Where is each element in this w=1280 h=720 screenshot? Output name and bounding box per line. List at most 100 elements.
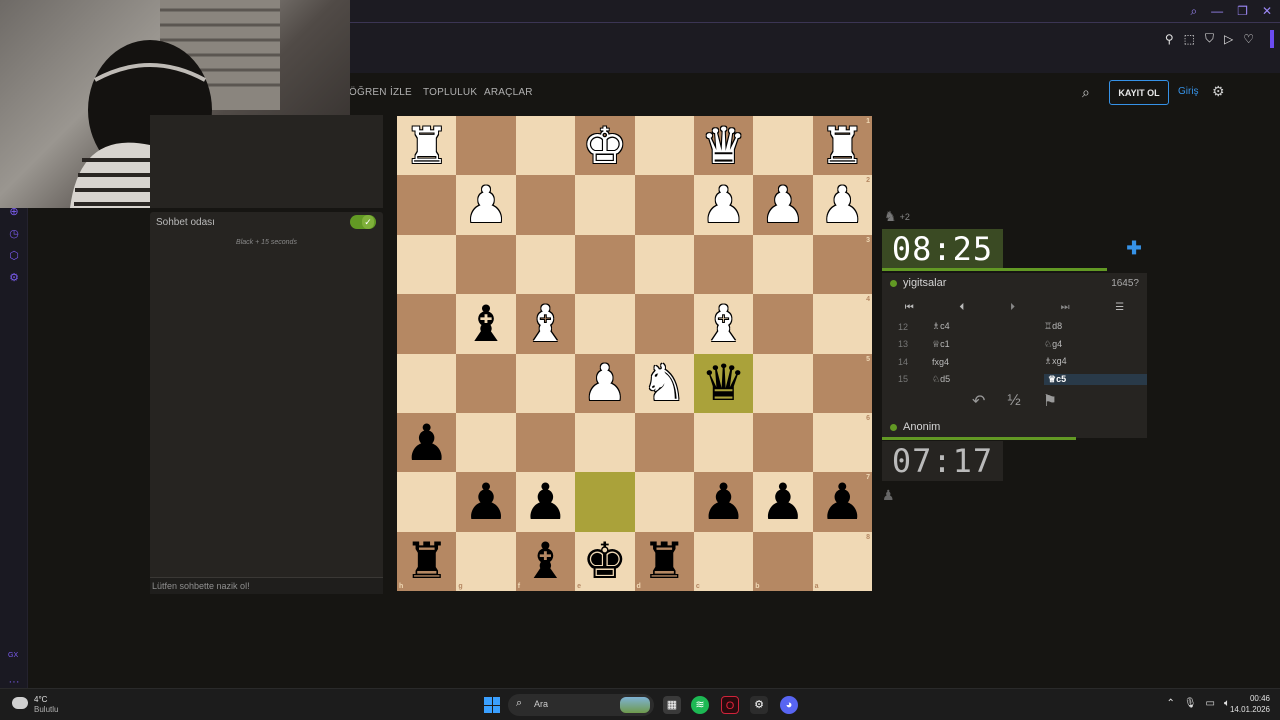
- signup-button[interactable]: KAYIT OL: [1109, 80, 1169, 105]
- spotify-icon[interactable]: ≋: [691, 696, 709, 714]
- square-a2[interactable]: 2 ♟: [812, 175, 872, 235]
- task-view-icon[interactable]: ▦: [663, 696, 681, 714]
- shield-icon[interactable]: ⛉: [1205, 31, 1214, 46]
- square-e2[interactable]: [575, 175, 635, 235]
- chevron-up-icon[interactable]: ⌃: [1166, 698, 1174, 709]
- nav-community[interactable]: TOPLULUK: [423, 87, 477, 98]
- search-icon[interactable]: ⌕: [1082, 84, 1090, 101]
- square-b6[interactable]: [753, 412, 813, 473]
- square-e3[interactable]: [575, 234, 635, 295]
- last-move-icon[interactable]: ⏭: [1061, 302, 1070, 313]
- square-h7[interactable]: [397, 472, 457, 532]
- square-d5[interactable]: ♞: [634, 353, 694, 413]
- square-c2[interactable]: ♟: [693, 175, 754, 235]
- chat-toggle[interactable]: [350, 215, 376, 229]
- square-g4[interactable]: ♝: [456, 294, 516, 354]
- player-top-name[interactable]: yigitsalar: [903, 277, 946, 289]
- square-e7[interactable]: [575, 472, 635, 532]
- square-h8[interactable]: h ♜: [397, 531, 457, 591]
- square-e8[interactable]: e ♚: [575, 531, 635, 591]
- square-d7[interactable]: [634, 472, 694, 532]
- square-g1[interactable]: [456, 116, 516, 176]
- square-a6[interactable]: 6: [812, 412, 872, 473]
- microphone-icon[interactable]: 🎙︎: [1184, 698, 1197, 709]
- square-a4[interactable]: 4: [812, 294, 872, 354]
- square-f8[interactable]: f ♝: [515, 531, 576, 591]
- square-f2[interactable]: [515, 175, 576, 235]
- square-h5[interactable]: [397, 353, 457, 413]
- black-move[interactable]: ♗xg4: [1044, 356, 1147, 367]
- first-move-icon[interactable]: ⏮: [905, 302, 914, 313]
- screenshot-icon[interactable]: ⬚: [1184, 32, 1195, 46]
- white-pawn-icon[interactable]: ♟: [701, 180, 746, 230]
- taskbar-date[interactable]: 14.01.2026: [1230, 705, 1270, 714]
- gear-icon[interactable]: ⚙: [1212, 83, 1225, 100]
- square-a8[interactable]: 8a: [812, 531, 872, 591]
- black-pawn-icon[interactable]: ♟: [404, 418, 449, 468]
- cube-icon[interactable]: ⬡: [8, 250, 20, 262]
- black-king-icon[interactable]: ♚: [582, 536, 627, 586]
- player-top[interactable]: yigitsalar: [890, 277, 946, 289]
- settings-icon[interactable]: ⚙: [8, 272, 20, 284]
- square-c7[interactable]: ♟: [693, 472, 754, 532]
- square-f6[interactable]: [515, 412, 576, 473]
- takeback-button[interactable]: ↶: [972, 391, 985, 411]
- square-f1[interactable]: [515, 116, 576, 176]
- square-e5[interactable]: ♟: [575, 353, 635, 413]
- square-c1[interactable]: ♛: [693, 116, 754, 176]
- square-c8[interactable]: c: [693, 531, 754, 591]
- weather-temperature[interactable]: 4°C: [34, 695, 47, 704]
- square-a3[interactable]: 3: [812, 234, 872, 295]
- player-bottom-name[interactable]: Anonim: [903, 421, 940, 433]
- black-pawn-icon[interactable]: ♟: [761, 477, 806, 527]
- restore-icon[interactable]: ❐: [1237, 4, 1248, 19]
- square-g7[interactable]: ♟: [456, 472, 516, 532]
- square-f7[interactable]: ♟: [515, 472, 576, 532]
- square-b1[interactable]: [753, 116, 813, 176]
- heart-icon[interactable]: ♡: [1243, 32, 1254, 46]
- square-d6[interactable]: [634, 412, 694, 473]
- add-time-button[interactable]: ✚: [1126, 239, 1142, 257]
- black-move[interactable]: ♘g4: [1044, 339, 1147, 350]
- taskbar-time[interactable]: 00:46: [1250, 694, 1270, 703]
- black-queen-icon[interactable]: ♛: [701, 358, 746, 408]
- white-bishop-icon[interactable]: ♝: [523, 299, 568, 349]
- weather-condition[interactable]: Bulutlu: [34, 705, 58, 714]
- nav-tools[interactable]: ARAÇLAR: [484, 87, 533, 98]
- square-e1[interactable]: ♚: [575, 116, 635, 176]
- square-c3[interactable]: [693, 234, 754, 295]
- next-move-icon[interactable]: ⏵: [1010, 302, 1015, 313]
- square-g2[interactable]: ♟: [456, 175, 516, 235]
- prev-move-icon[interactable]: ⏴: [959, 302, 964, 313]
- cloud-icon[interactable]: [12, 697, 28, 709]
- chat-input[interactable]: Lütfen sohbette nazik ol!: [150, 577, 383, 594]
- start-button[interactable]: [484, 697, 500, 713]
- square-d2[interactable]: [634, 175, 694, 235]
- square-g6[interactable]: [456, 412, 516, 473]
- square-e4[interactable]: [575, 294, 635, 354]
- square-b5[interactable]: [753, 353, 813, 413]
- square-h6[interactable]: ♟: [397, 412, 457, 473]
- square-f4[interactable]: ♝: [515, 294, 576, 354]
- pin-icon[interactable]: ⚲: [1165, 32, 1174, 46]
- white-move[interactable]: ♘d5: [932, 374, 1044, 385]
- black-bishop-icon[interactable]: ♝: [523, 536, 568, 586]
- black-move[interactable]: ♖d8: [1044, 321, 1147, 332]
- white-rook-icon[interactable]: ♜: [820, 121, 865, 171]
- white-move[interactable]: fxg4: [932, 357, 1044, 367]
- black-move[interactable]: ♕c5: [1044, 373, 1147, 385]
- square-e6[interactable]: [575, 412, 635, 473]
- square-f5[interactable]: [515, 353, 576, 413]
- close-icon[interactable]: ✕: [1262, 4, 1272, 19]
- white-knight-icon[interactable]: ♞: [642, 358, 687, 408]
- square-g5[interactable]: [456, 353, 516, 413]
- square-b8[interactable]: b: [753, 531, 813, 591]
- black-rook-icon[interactable]: ♜: [642, 536, 687, 586]
- nav-watch[interactable]: İZLE: [390, 87, 412, 98]
- white-queen-icon[interactable]: ♛: [701, 121, 746, 171]
- square-h1[interactable]: ♜: [397, 116, 457, 176]
- square-d8[interactable]: d ♜: [634, 531, 694, 591]
- white-pawn-icon[interactable]: ♟: [761, 180, 806, 230]
- black-pawn-icon[interactable]: ♟: [701, 477, 746, 527]
- square-b3[interactable]: [753, 234, 813, 295]
